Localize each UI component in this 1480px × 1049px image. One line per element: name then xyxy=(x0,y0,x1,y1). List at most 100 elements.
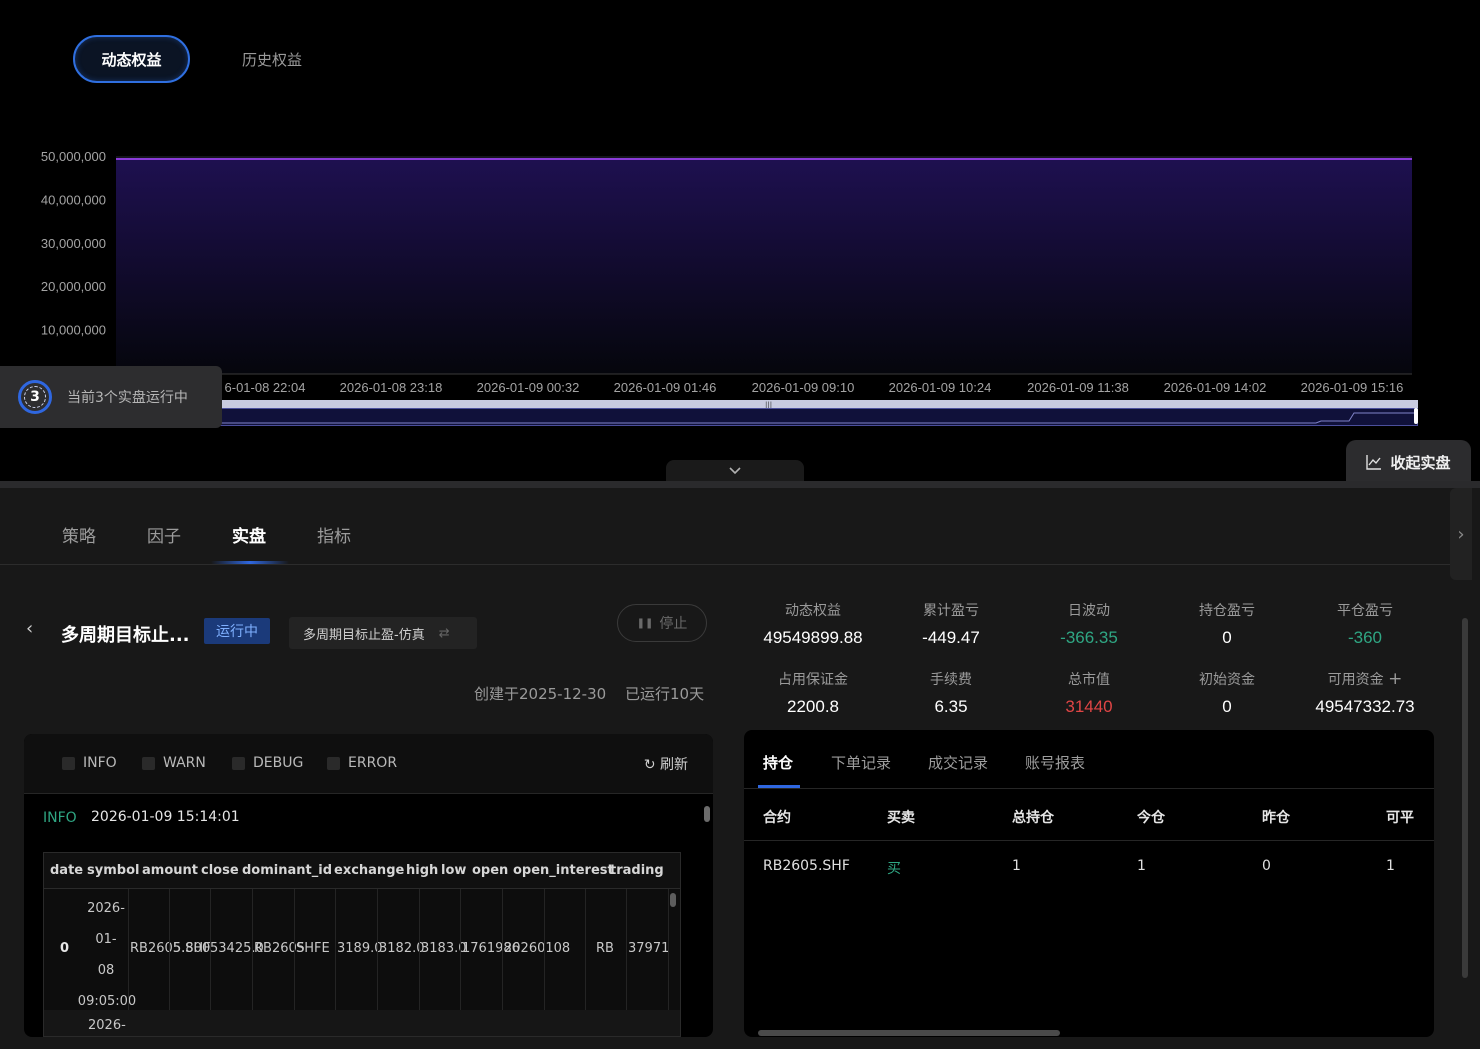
table-header: date symbol amount close dominant_id exc… xyxy=(44,853,680,889)
equity-area xyxy=(116,158,1412,374)
strategy-name: 多周期目标止盈-仿真 xyxy=(303,627,425,643)
chevron-right-icon[interactable]: › xyxy=(1450,488,1472,580)
log-scrollbar[interactable] xyxy=(704,806,710,822)
table-row: 2026- xyxy=(44,1010,680,1036)
divider xyxy=(0,564,1450,565)
zoom-slider[interactable]: ||| xyxy=(220,400,1418,426)
stat-position-pnl: 持仓盈亏 0 xyxy=(1162,600,1292,648)
x-tick-label: 6-01-08 22:04 xyxy=(225,380,306,395)
stat-label: 总市值 xyxy=(1068,672,1110,688)
tab-indicator[interactable]: 指标 xyxy=(317,522,351,547)
dataframe-table: date symbol amount close dominant_id exc… xyxy=(43,852,681,1037)
add-icon[interactable]: + xyxy=(1388,669,1402,689)
stat-value: 0 xyxy=(1222,697,1232,716)
positions-panel: 持仓 下单记录 成交记录 账号报表 合约 买卖 总持仓 今仓 昨仓 可平 RB2… xyxy=(744,730,1434,1037)
stat-value: 49547332.73 xyxy=(1315,697,1415,716)
tab-dynamic-equity[interactable]: 动态权益 xyxy=(73,35,190,83)
checkbox-icon[interactable] xyxy=(62,756,75,770)
checkbox-icon[interactable] xyxy=(327,756,340,770)
table-cell: 1 xyxy=(1012,858,1021,874)
column-header: dominant_id xyxy=(242,863,332,878)
running-count: 3 xyxy=(30,389,40,405)
slider-handle-right[interactable] xyxy=(1414,408,1418,424)
tab-history-equity[interactable]: 历史权益 xyxy=(222,35,322,83)
stat-value: 49549899.88 xyxy=(763,628,863,647)
divider xyxy=(744,788,1434,789)
filter-error-checkbox[interactable]: ERROR xyxy=(327,755,397,771)
back-chevron-icon[interactable]: ‹ xyxy=(26,618,33,639)
y-tick-label: 50,000,000 xyxy=(41,149,106,164)
refresh-icon: ↻ xyxy=(643,757,656,773)
tab-trades[interactable]: 成交记录 xyxy=(928,752,988,773)
tab-live[interactable]: 实盘 xyxy=(232,522,266,547)
running-badge[interactable]: 3 当前3个实盘运行中 xyxy=(0,366,222,428)
table-cell: SHFE xyxy=(296,941,330,956)
filter-info-checkbox[interactable]: INFO xyxy=(62,755,117,771)
x-tick-label: 2026-01-09 14:02 xyxy=(1164,380,1267,395)
tab-account-report[interactable]: 账号报表 xyxy=(1025,752,1085,773)
horizontal-scrollbar[interactable] xyxy=(758,1030,1060,1036)
checkbox-icon[interactable] xyxy=(232,756,245,770)
tab-orders[interactable]: 下单记录 xyxy=(831,752,891,773)
x-tick-label: 2026-01-09 11:38 xyxy=(1027,380,1129,395)
stat-market-value: 总市值 31440 xyxy=(1024,669,1154,717)
column-header: date xyxy=(50,863,84,878)
tab-factor[interactable]: 因子 xyxy=(147,522,181,547)
column-header: low xyxy=(441,863,467,878)
x-tick-label: 2026-01-09 10:24 xyxy=(889,380,992,395)
stat-label: 占用保证金 xyxy=(778,672,848,688)
y-tick-label: 40,000,000 xyxy=(41,192,106,207)
column-header: amount xyxy=(142,863,198,878)
column-header: exchange xyxy=(334,863,405,878)
swap-icon[interactable]: ⇄ xyxy=(439,626,450,641)
stat-value: 0 xyxy=(1222,628,1232,647)
stop-button[interactable]: ❚❚ 停止 xyxy=(617,604,707,642)
divider xyxy=(744,840,1434,841)
table-scrollbar[interactable] xyxy=(670,893,676,907)
stat-label: 平仓盈亏 xyxy=(1337,603,1393,619)
stat-value: -366.35 xyxy=(1060,628,1118,647)
filter-label: ERROR xyxy=(348,755,398,771)
table-cell: 20260108 xyxy=(504,941,571,956)
stat-label: 日波动 xyxy=(1068,603,1110,619)
column-header: 可平 xyxy=(1386,810,1414,826)
stat-value: -449.47 xyxy=(922,628,980,647)
column-header: high xyxy=(406,863,439,878)
stat-initial-capital: 初始资金 0 xyxy=(1162,669,1292,717)
tab-positions[interactable]: 持仓 xyxy=(763,752,793,773)
table-cell-date: 2026- xyxy=(88,1018,126,1033)
filter-label: WARN xyxy=(163,755,206,771)
stat-label: 可用资金 + xyxy=(1327,669,1403,689)
column-header: close xyxy=(201,863,239,878)
page-scrollbar[interactable] xyxy=(1462,618,1468,978)
chevron-down-icon[interactable] xyxy=(666,460,804,482)
stat-cumulative-pnl: 累计盈亏 -449.47 xyxy=(886,600,1016,648)
stat-label: 初始资金 xyxy=(1199,672,1255,688)
table-cell: 37971 xyxy=(628,941,670,956)
filter-label: INFO xyxy=(83,755,117,771)
strategy-title[interactable]: 多周期目标止... xyxy=(61,621,190,647)
filter-warn-checkbox[interactable]: WARN xyxy=(142,755,206,771)
x-tick-label: 2026-01-09 01:46 xyxy=(614,380,717,395)
refresh-button[interactable]: ↻ 刷新 xyxy=(644,754,688,774)
column-header: 今仓 xyxy=(1137,810,1165,826)
fold-live-button[interactable]: 收起实盘 xyxy=(1346,440,1471,484)
table-cell: 买 xyxy=(887,861,901,877)
column-header: symbol xyxy=(87,863,140,878)
stat-fee: 手续费 6.35 xyxy=(886,669,1016,717)
tab-strategy[interactable]: 策略 xyxy=(62,522,96,547)
slider-preview xyxy=(220,408,1418,426)
running-text: 当前3个实盘运行中 xyxy=(67,390,188,406)
strategy-name-chip[interactable]: 多周期目标止盈-仿真 ⇄ xyxy=(289,617,477,649)
column-header: open xyxy=(472,863,509,878)
stat-margin: 占用保证金 2200.8 xyxy=(748,669,878,717)
table-cell: RB2605.SHF xyxy=(763,858,850,874)
status-badge: 运行中 xyxy=(204,618,270,644)
log-panel: INFO WARN DEBUG ERROR ↻ 刷新 INFO 2026-01-… xyxy=(24,734,713,1037)
filter-debug-checkbox[interactable]: DEBUG xyxy=(232,755,303,771)
slider-track[interactable] xyxy=(220,400,1418,408)
stat-available-capital: 可用资金 + 49547332.73 xyxy=(1300,669,1430,717)
checkbox-icon[interactable] xyxy=(142,756,155,770)
table-cell: 0 xyxy=(1262,858,1271,874)
table-cell: 1 xyxy=(1386,858,1395,874)
